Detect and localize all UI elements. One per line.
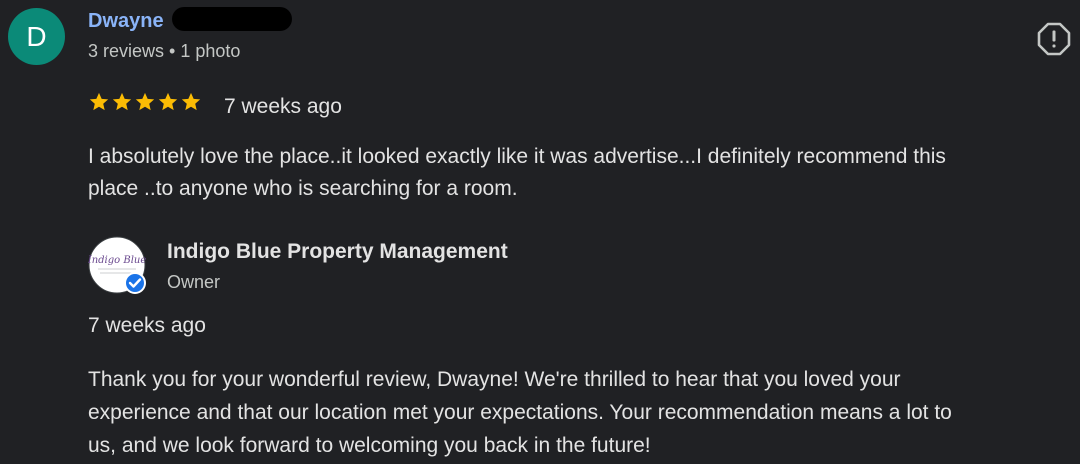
star-icon xyxy=(158,92,178,111)
reviewer-avatar[interactable]: D xyxy=(8,8,65,65)
reviewer-name[interactable]: Dwayne xyxy=(88,8,164,34)
review-text: I absolutely love the place..it looked e… xyxy=(88,141,1080,205)
reply-text-line: Thank you for your wonderful review, Dwa… xyxy=(88,368,901,391)
review-card: D Dwayne 3 reviews • 1 photo 7 weeks ago… xyxy=(0,0,1080,464)
review-text-line: I absolutely love the place..it looked e… xyxy=(88,145,946,168)
star-icon xyxy=(181,92,201,111)
reply-text-line: experience and that our location met you… xyxy=(88,401,952,424)
reply-date: 7 weeks ago xyxy=(88,314,206,337)
verified-badge-icon xyxy=(124,272,146,294)
owner-logo-text: Indigo Blue xyxy=(88,255,146,266)
star-icon xyxy=(135,92,155,111)
review-date: 7 weeks ago xyxy=(224,95,342,118)
owner-name[interactable]: Indigo Blue Property Management xyxy=(167,239,508,265)
star-rating xyxy=(88,91,202,113)
review-text-line: place ..to anyone who is searching for a… xyxy=(88,177,518,200)
report-flag-icon xyxy=(1037,22,1071,56)
owner-role: Owner xyxy=(167,272,221,292)
owner-avatar[interactable]: Indigo Blue xyxy=(87,236,146,294)
star-icon xyxy=(89,92,109,111)
redaction-bar xyxy=(172,7,292,31)
reviewer-meta: 3 reviews • 1 photo xyxy=(88,41,241,61)
reply-text-line: us, and we look forward to welcoming you… xyxy=(88,434,651,457)
reply-text: Thank you for your wonderful review, Dwa… xyxy=(88,363,1080,462)
star-icon xyxy=(112,92,132,111)
report-button[interactable] xyxy=(1037,22,1071,56)
owner-logo-image: Indigo Blue xyxy=(87,236,146,294)
